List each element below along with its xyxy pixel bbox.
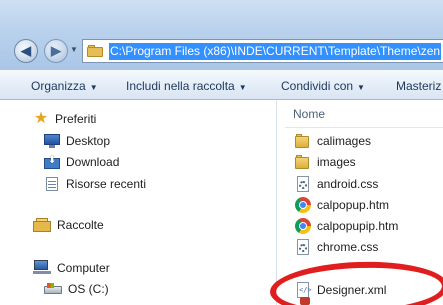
nav-item-label: Preferiti bbox=[55, 112, 97, 126]
back-button[interactable]: ◀ bbox=[14, 39, 38, 63]
include-label: Includi nella raccolta bbox=[126, 79, 235, 93]
forward-button[interactable]: ▶ bbox=[44, 39, 68, 63]
chevron-down-icon: ▼ bbox=[89, 83, 98, 92]
organize-label: Organizza bbox=[31, 79, 86, 93]
command-bar: Organizza ▼ Includi nella raccolta ▼ Condi… bbox=[0, 70, 443, 100]
desktop-icon bbox=[44, 134, 60, 148]
file-name: calpopup.htm bbox=[317, 198, 390, 212]
star-icon: ★ bbox=[33, 110, 49, 127]
back-arrow-icon: ◀ bbox=[21, 43, 31, 58]
nav-item-favorites[interactable]: ★ Preferiti bbox=[33, 110, 97, 127]
nav-item-label: Risorse recenti bbox=[66, 177, 147, 191]
forward-arrow-icon: ▶ bbox=[51, 43, 61, 58]
chrome-icon bbox=[295, 197, 311, 213]
address-bar[interactable]: C:\Program Files (x86)\INDE\CURRENT\Temp… bbox=[82, 39, 443, 63]
list-item[interactable]: chrome.css bbox=[295, 239, 378, 255]
list-item[interactable]: calimages bbox=[295, 134, 371, 148]
nav-item-label: Download bbox=[66, 155, 120, 169]
include-in-library-menu[interactable]: Includi nella raccolta ▼ bbox=[126, 79, 247, 93]
folder-icon bbox=[295, 134, 311, 148]
download-folder-icon: ⬇ bbox=[44, 155, 60, 169]
share-with-menu[interactable]: Condividi con ▼ bbox=[281, 79, 365, 93]
nav-item-libraries[interactable]: Raccolte bbox=[33, 218, 104, 232]
column-header-divider bbox=[285, 127, 443, 128]
nav-item-download[interactable]: ⬇ Download bbox=[44, 155, 119, 169]
nav-item-desktop[interactable]: Desktop bbox=[44, 134, 110, 148]
file-name: calimages bbox=[317, 134, 372, 148]
list-item[interactable]: calpopupip.htm bbox=[295, 218, 398, 234]
list-item[interactable]: images bbox=[295, 155, 356, 169]
list-item[interactable]: calpopup.htm bbox=[295, 197, 389, 213]
hard-drive-icon bbox=[44, 283, 62, 295]
file-name: calpopupip.htm bbox=[317, 219, 399, 233]
folder-icon bbox=[87, 45, 103, 57]
computer-icon bbox=[33, 260, 51, 275]
chevron-down-icon: ▼ bbox=[238, 83, 247, 92]
nav-item-label: Desktop bbox=[66, 134, 111, 148]
share-label: Condividi con bbox=[281, 79, 354, 93]
nav-item-label: OS (C:) bbox=[68, 282, 109, 296]
nav-item-recent[interactable]: Risorse recenti bbox=[44, 176, 146, 192]
chrome-icon bbox=[295, 218, 311, 234]
address-path[interactable]: C:\Program Files (x86)\INDE\CURRENT\Temp… bbox=[109, 42, 442, 60]
nav-item-drive-c[interactable]: OS (C:) bbox=[44, 282, 109, 296]
organize-menu[interactable]: Organizza ▼ bbox=[31, 79, 98, 93]
nav-item-label: Computer bbox=[57, 260, 110, 275]
css-file-icon bbox=[295, 239, 311, 255]
recent-pages-dropdown-icon[interactable]: ▼ bbox=[70, 45, 78, 54]
nav-item-computer[interactable]: Computer bbox=[33, 260, 110, 275]
column-header-name[interactable]: Nome bbox=[293, 107, 325, 121]
folder-icon bbox=[295, 155, 311, 169]
file-name: images bbox=[317, 155, 356, 169]
file-name: android.css bbox=[317, 177, 379, 191]
burn-label: Masteriz bbox=[396, 79, 442, 93]
burn-menu[interactable]: Masteriz bbox=[396, 79, 441, 93]
css-file-icon bbox=[295, 176, 311, 192]
nav-item-label: Raccolte bbox=[57, 218, 104, 232]
chevron-down-icon: ▼ bbox=[357, 83, 365, 92]
libraries-icon bbox=[33, 218, 51, 232]
list-item[interactable]: android.css bbox=[295, 176, 378, 192]
recent-places-icon bbox=[44, 176, 60, 192]
file-name: chrome.css bbox=[317, 240, 379, 254]
